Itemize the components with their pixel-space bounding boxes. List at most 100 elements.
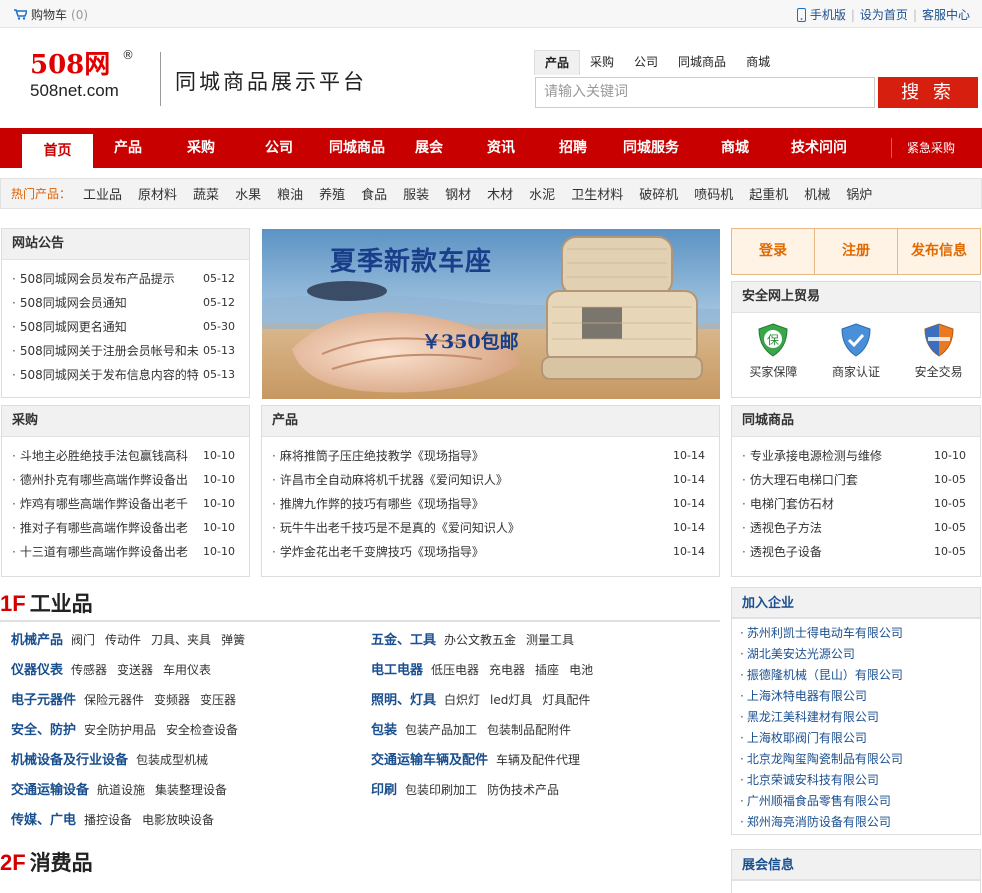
list-item[interactable]: · 学炸金花出老千变牌技巧《现场指导》 10-14 <box>262 540 719 564</box>
category-head[interactable]: 安全、防护 <box>11 723 76 738</box>
promo-banner[interactable]: 夏季新款车座 ￥350包邮 <box>262 229 720 399</box>
category-head[interactable]: 五金、工具 <box>371 633 436 648</box>
hot-item[interactable]: 水果 <box>235 184 261 203</box>
category-sub[interactable]: 变压器 <box>200 693 236 707</box>
hot-item[interactable]: 卫生材料 <box>571 184 623 203</box>
company-link[interactable]: · 黑龙江美科建材有限公司 <box>732 707 980 728</box>
category-sub[interactable]: 集装整理设备 <box>155 783 227 797</box>
nav-jobs[interactable]: 招聘 <box>559 128 587 168</box>
nav-local-service[interactable]: 同城服务 <box>623 128 679 168</box>
hot-item[interactable]: 水泥 <box>529 184 555 203</box>
hot-item[interactable]: 工业品 <box>83 184 122 203</box>
category-sub[interactable]: 防伪技术产品 <box>487 783 559 797</box>
category-head[interactable]: 交通运输车辆及配件 <box>371 753 488 768</box>
publish-info-button[interactable]: 发布信息 <box>898 229 980 274</box>
list-item[interactable]: · 推牌九作弊的技巧有哪些《现场指导》 10-14 <box>262 492 719 516</box>
list-item[interactable]: · 推对子有哪些高端作弊设备出老 10-10 <box>2 516 249 540</box>
search-tab-local-goods[interactable]: 同城商品 <box>668 50 736 75</box>
category-sub[interactable]: 变送器 <box>117 663 153 677</box>
list-item[interactable]: · 电梯门套仿石材 10-05 <box>732 492 980 516</box>
list-item[interactable]: · 透视色子方法 10-05 <box>732 516 980 540</box>
hot-item[interactable]: 原材料 <box>138 184 177 203</box>
category-sub[interactable]: 充电器 <box>489 663 525 677</box>
company-link[interactable]: · 北京龙陶玺陶瓷制品有限公司 <box>732 749 980 770</box>
hot-item[interactable]: 蔬菜 <box>193 184 219 203</box>
search-tab-purchase[interactable]: 采购 <box>580 50 624 75</box>
category-sub[interactable]: 包装成型机械 <box>136 753 208 767</box>
hot-item[interactable]: 喷码机 <box>694 184 733 203</box>
company-link[interactable]: · 郑州海亮消防设备有限公司 <box>732 812 980 833</box>
login-button[interactable]: 登录 <box>732 229 815 274</box>
category-sub[interactable]: 测量工具 <box>526 633 574 647</box>
category-sub[interactable]: 刀具、夹具 <box>151 633 211 647</box>
list-item[interactable]: · 炸鸡有哪些高端作弊设备出老千 10-10 <box>2 492 249 516</box>
category-head[interactable]: 机械产品 <box>11 633 63 648</box>
customer-service-link[interactable]: 客服中心 <box>922 6 970 23</box>
list-item[interactable]: · 508同城网关于注册会员帐号和未 05-13 <box>2 339 249 363</box>
category-head[interactable]: 交通运输设备 <box>11 783 89 798</box>
mobile-version-link[interactable]: 手机版 <box>810 6 846 23</box>
list-item[interactable]: · 508同城网关于发布信息内容的特 05-13 <box>2 363 249 387</box>
category-sub[interactable]: 车辆及配件代理 <box>496 753 580 767</box>
category-sub[interactable]: 传动件 <box>105 633 141 647</box>
category-head[interactable]: 照明、灯具 <box>371 693 436 708</box>
nav-company[interactable]: 公司 <box>265 128 293 168</box>
category-sub[interactable]: 低压电器 <box>431 663 479 677</box>
category-head[interactable]: 机械设备及行业设备 <box>11 753 128 768</box>
hot-item[interactable]: 养殖 <box>319 184 345 203</box>
nav-home[interactable]: 首页 <box>22 134 93 168</box>
list-item[interactable]: · 专业承接电源检测与维修 10-10 <box>732 444 980 468</box>
company-link[interactable]: · 湖北美安达光源公司 <box>732 644 980 665</box>
buyer-protection[interactable]: 保 买家保障 <box>738 323 808 380</box>
nav-mall[interactable]: 商城 <box>721 128 749 168</box>
category-sub[interactable]: 灯具配件 <box>542 693 590 707</box>
category-head[interactable]: 电子元器件 <box>11 693 76 708</box>
register-button[interactable]: 注册 <box>815 229 898 274</box>
hot-item[interactable]: 服装 <box>403 184 429 203</box>
list-item[interactable]: · 十三道有哪些高端作弊设备出老 10-10 <box>2 540 249 564</box>
nav-tech-qa[interactable]: 技术问问 <box>791 128 847 168</box>
secure-transaction[interactable]: 安全交易 <box>904 323 974 380</box>
category-sub[interactable]: 传感器 <box>71 663 107 677</box>
category-sub[interactable]: 保险元器件 <box>84 693 144 707</box>
search-tab-company[interactable]: 公司 <box>624 50 668 75</box>
category-sub[interactable]: 安全检查设备 <box>166 723 238 737</box>
company-link[interactable]: · 广州顺福食品零售有限公司 <box>732 791 980 812</box>
site-logo[interactable]: 508网 ® 508net.com <box>30 48 140 100</box>
category-sub[interactable]: 电池 <box>569 663 593 677</box>
hot-item[interactable]: 木材 <box>487 184 513 203</box>
hot-item[interactable]: 粮油 <box>277 184 303 203</box>
nav-purchase[interactable]: 采购 <box>187 128 215 168</box>
category-sub[interactable]: 航道设施 <box>97 783 145 797</box>
hot-item[interactable]: 食品 <box>361 184 387 203</box>
category-sub[interactable]: 包装制品配附件 <box>487 723 571 737</box>
category-sub[interactable]: 播控设备 <box>84 813 132 827</box>
category-sub[interactable]: 插座 <box>535 663 559 677</box>
hot-item[interactable]: 起重机 <box>749 184 788 203</box>
category-head[interactable]: 仪器仪表 <box>11 663 63 678</box>
category-sub[interactable]: 车用仪表 <box>163 663 211 677</box>
category-sub[interactable]: 阀门 <box>71 633 95 647</box>
category-head[interactable]: 传媒、广电 <box>11 813 76 828</box>
category-sub[interactable]: 安全防护用品 <box>84 723 156 737</box>
company-link[interactable]: · 上海沐特电器有限公司 <box>732 686 980 707</box>
list-item[interactable]: · 麻将推筒子压庄绝技教学《现场指导》 10-14 <box>262 444 719 468</box>
hot-item[interactable]: 锅炉 <box>846 184 872 203</box>
list-item[interactable]: · 508同城网会员通知 05-12 <box>2 291 249 315</box>
category-sub[interactable]: led灯具 <box>490 693 532 707</box>
category-head[interactable]: 包装 <box>371 723 397 738</box>
list-item[interactable]: · 斗地主必胜绝技手法包赢钱高科 10-10 <box>2 444 249 468</box>
cart-link[interactable]: 购物车 (0) <box>14 6 88 23</box>
list-item[interactable]: · 玩牛牛出老千技巧是不是真的《爱问知识人》 10-14 <box>262 516 719 540</box>
category-sub[interactable]: 包装印刷加工 <box>405 783 477 797</box>
search-tab-products[interactable]: 产品 <box>534 50 581 75</box>
search-button[interactable]: 搜 索 <box>878 77 978 108</box>
list-item[interactable]: · 508同城网更名通知 05-30 <box>2 315 249 339</box>
company-link[interactable]: · 振德隆机械（昆山）有限公司 <box>732 665 980 686</box>
list-item[interactable]: · 508同城网会员发布产品提示 05-12 <box>2 267 249 291</box>
category-head[interactable]: 印刷 <box>371 783 397 798</box>
category-sub[interactable]: 包装产品加工 <box>405 723 477 737</box>
category-sub[interactable]: 电影放映设备 <box>142 813 214 827</box>
category-sub[interactable]: 变频器 <box>154 693 190 707</box>
category-head[interactable]: 电工电器 <box>371 663 423 678</box>
